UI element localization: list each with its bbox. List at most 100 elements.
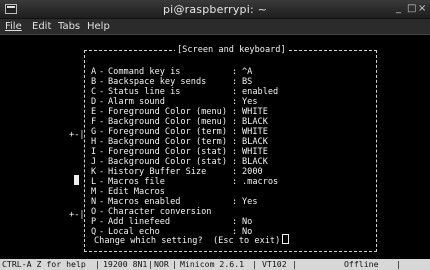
setting-key: M (91, 187, 97, 197)
setting-label: Character conversion (108, 207, 212, 217)
setting-key-separator: - (99, 127, 105, 137)
setting-key: N (91, 197, 97, 207)
setting-label: Alarm sound (108, 97, 165, 107)
setting-label: Foreground Color (term) (108, 127, 227, 137)
setting-key: O (91, 207, 97, 217)
menu-tabs[interactable]: Tabs (58, 21, 80, 33)
menu-help[interactable]: Help (87, 21, 110, 33)
setting-value: BLACK (242, 137, 268, 147)
setting-key-separator: - (99, 107, 105, 117)
setting-key-separator: - (99, 167, 105, 177)
setting-value: WHITE (242, 127, 268, 137)
block-cursor (74, 175, 79, 185)
menu-bar: File Edit Tabs Help (0, 19, 430, 35)
status-separator: | (292, 259, 297, 269)
maximize-icon[interactable]: □ (407, 3, 416, 15)
setting-label: Edit Macros (108, 187, 165, 197)
status-separator: | (252, 259, 257, 269)
window-title: pi@raspberrypi: ~ (163, 3, 267, 16)
setting-key-separator: - (99, 117, 105, 127)
status-bar: CTRL-A Z for help | 19200 8N1 | NOR | Mi… (0, 259, 430, 270)
setting-key: I (91, 147, 97, 157)
setting-value: No (242, 217, 253, 227)
setting-colon: : (232, 97, 238, 107)
setting-key-separator: - (99, 197, 105, 207)
setting-label: History Buffer Size (108, 167, 207, 177)
menu-help-label: Help (87, 21, 110, 32)
setting-label: Backspace key sends (108, 77, 207, 87)
setting-key: B (91, 77, 97, 87)
setting-key-separator: - (99, 157, 105, 167)
setting-key-separator: - (99, 77, 105, 87)
status-port: 19200 8N1 (103, 259, 148, 269)
menu-edit-label: Edit (32, 21, 52, 32)
terminal-screen[interactable]: +-| +-| [Screen and keyboard] A - Command … (0, 35, 430, 259)
setting-value: BS (242, 77, 253, 87)
setting-colon: : (232, 147, 238, 157)
minimize-icon[interactable]: _ (396, 3, 401, 15)
setting-value: BLACK (242, 117, 268, 127)
setting-colon: : (232, 67, 238, 77)
setting-value: enabled (242, 87, 279, 97)
setting-label: Add linefeed (108, 217, 171, 227)
setting-label: Status line is (108, 87, 181, 97)
setting-key-separator: - (99, 87, 105, 97)
status-separator: | (95, 259, 100, 269)
setting-value: Yes (242, 97, 258, 107)
window-titlebar[interactable]: pi@raspberrypi: ~ _ □ × (0, 0, 430, 19)
setting-colon: : (232, 107, 238, 117)
setting-label: Background Color (menu) (108, 117, 227, 127)
setting-colon: : (232, 77, 238, 87)
prompt-text: Change which setting? (Esc to exit) (94, 236, 281, 246)
setting-key: P (91, 217, 97, 227)
setting-value: BLACK (242, 157, 268, 167)
setting-label: Macros file (108, 177, 165, 187)
setting-value: .macros (242, 177, 279, 187)
setting-key-separator: - (99, 97, 105, 107)
setting-label: Macros enabled (108, 197, 181, 207)
background-frame-fragment: +-| (69, 130, 85, 140)
setting-colon: : (232, 167, 238, 177)
status-translation: NOR (154, 259, 169, 269)
setting-colon: : (232, 137, 238, 147)
setting-key: D (91, 97, 97, 107)
setting-colon: : (232, 217, 238, 227)
setting-colon: : (232, 177, 238, 187)
setting-value: Yes (242, 197, 258, 207)
setting-key: F (91, 117, 97, 127)
menu-file[interactable]: File (5, 21, 22, 33)
setting-key-separator: - (99, 67, 105, 77)
menu-edit[interactable]: Edit (32, 21, 51, 33)
setting-key-separator: - (99, 187, 105, 197)
menu-file-label: File (5, 21, 22, 32)
status-separator: | (148, 259, 153, 269)
status-version: Minicom 2.6.1 (180, 259, 245, 269)
status-help: CTRL-A Z for help (2, 259, 86, 269)
setting-key: A (91, 67, 97, 77)
setting-key: C (91, 87, 97, 97)
setting-colon: : (232, 117, 238, 127)
setting-key-separator: - (99, 147, 105, 157)
setting-colon: : (232, 197, 238, 207)
status-separator: | (396, 259, 401, 269)
setting-colon: : (232, 127, 238, 137)
setting-label: Background Color (stat) (108, 157, 227, 167)
setting-key: J (91, 157, 97, 167)
close-icon[interactable]: × (418, 3, 426, 15)
status-terminal: VT102 (262, 259, 287, 269)
setting-value: 2000 (242, 167, 263, 177)
setting-label: Background Color (term) (108, 137, 227, 147)
setting-colon: : (232, 157, 238, 167)
status-separator: | (172, 259, 177, 269)
status-state: Offline (344, 259, 379, 269)
setting-prompt[interactable]: Change which setting? (Esc to exit) (94, 234, 290, 246)
setting-value: WHITE (242, 147, 268, 157)
text-cursor (282, 234, 290, 244)
dialog-title: [Screen and keyboard] (175, 45, 288, 55)
setting-label: Foreground Color (stat) (108, 147, 227, 157)
menu-tabs-label: Tabs (58, 21, 81, 32)
setting-colon: : (232, 87, 238, 97)
setting-key: G (91, 127, 97, 137)
setting-label: Foreground Color (menu) (108, 107, 227, 117)
setting-key: K (91, 167, 97, 177)
